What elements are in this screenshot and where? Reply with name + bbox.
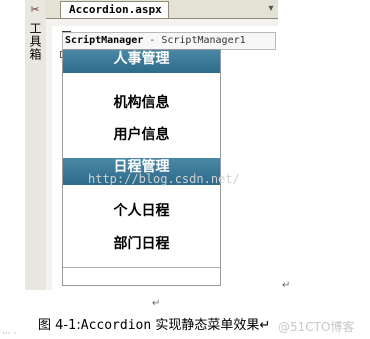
accordion-pane-header[interactable]: 人事管理: [63, 50, 220, 73]
corner-dots: ··· ·: [2, 329, 17, 339]
blog-watermark: @51CTO博客: [278, 320, 355, 334]
document-tab-bar: Accordion.aspx ▾: [46, 0, 278, 19]
script-manager-separator: -: [143, 35, 162, 46]
toolbox-label[interactable]: 工具箱: [26, 22, 44, 61]
script-manager-id: ScriptManager1: [161, 35, 246, 46]
tab-dropdown-icon[interactable]: ▾: [264, 2, 278, 16]
menu-item[interactable]: 用户信息: [63, 119, 220, 151]
script-manager-control[interactable]: ScriptManager - ScriptManager1: [62, 32, 276, 50]
paragraph-mark: ↵: [282, 280, 291, 291]
menu-item[interactable]: 个人日程: [63, 195, 220, 227]
tab-accordion-aspx[interactable]: Accordion.aspx: [60, 1, 169, 18]
accordion-footer-divider: [63, 267, 220, 268]
caption-mono: Accordion: [80, 318, 152, 333]
paragraph-mark: ↵: [152, 298, 161, 309]
menu-item[interactable]: 部门日程: [63, 228, 220, 260]
caption-suffix: 实现静态菜单效果↵: [151, 318, 271, 333]
tab-label: Accordion.aspx: [69, 3, 162, 16]
toolbox-panel[interactable]: ✂ 工具箱: [25, 0, 47, 290]
caption-prefix: 图 4-1:: [38, 318, 81, 333]
toolbox-icon[interactable]: ✂: [28, 3, 42, 17]
url-watermark: http://blog.csdn.net/: [88, 172, 240, 186]
menu-item[interactable]: 机构信息: [63, 87, 220, 119]
script-manager-type: ScriptManager: [65, 35, 144, 46]
figure-caption: 图 4-1:Accordion 实现静态菜单效果↵: [38, 314, 270, 333]
accordion-control: 人事管理 机构信息 用户信息 日程管理 个人日程 部门日程: [62, 49, 221, 286]
